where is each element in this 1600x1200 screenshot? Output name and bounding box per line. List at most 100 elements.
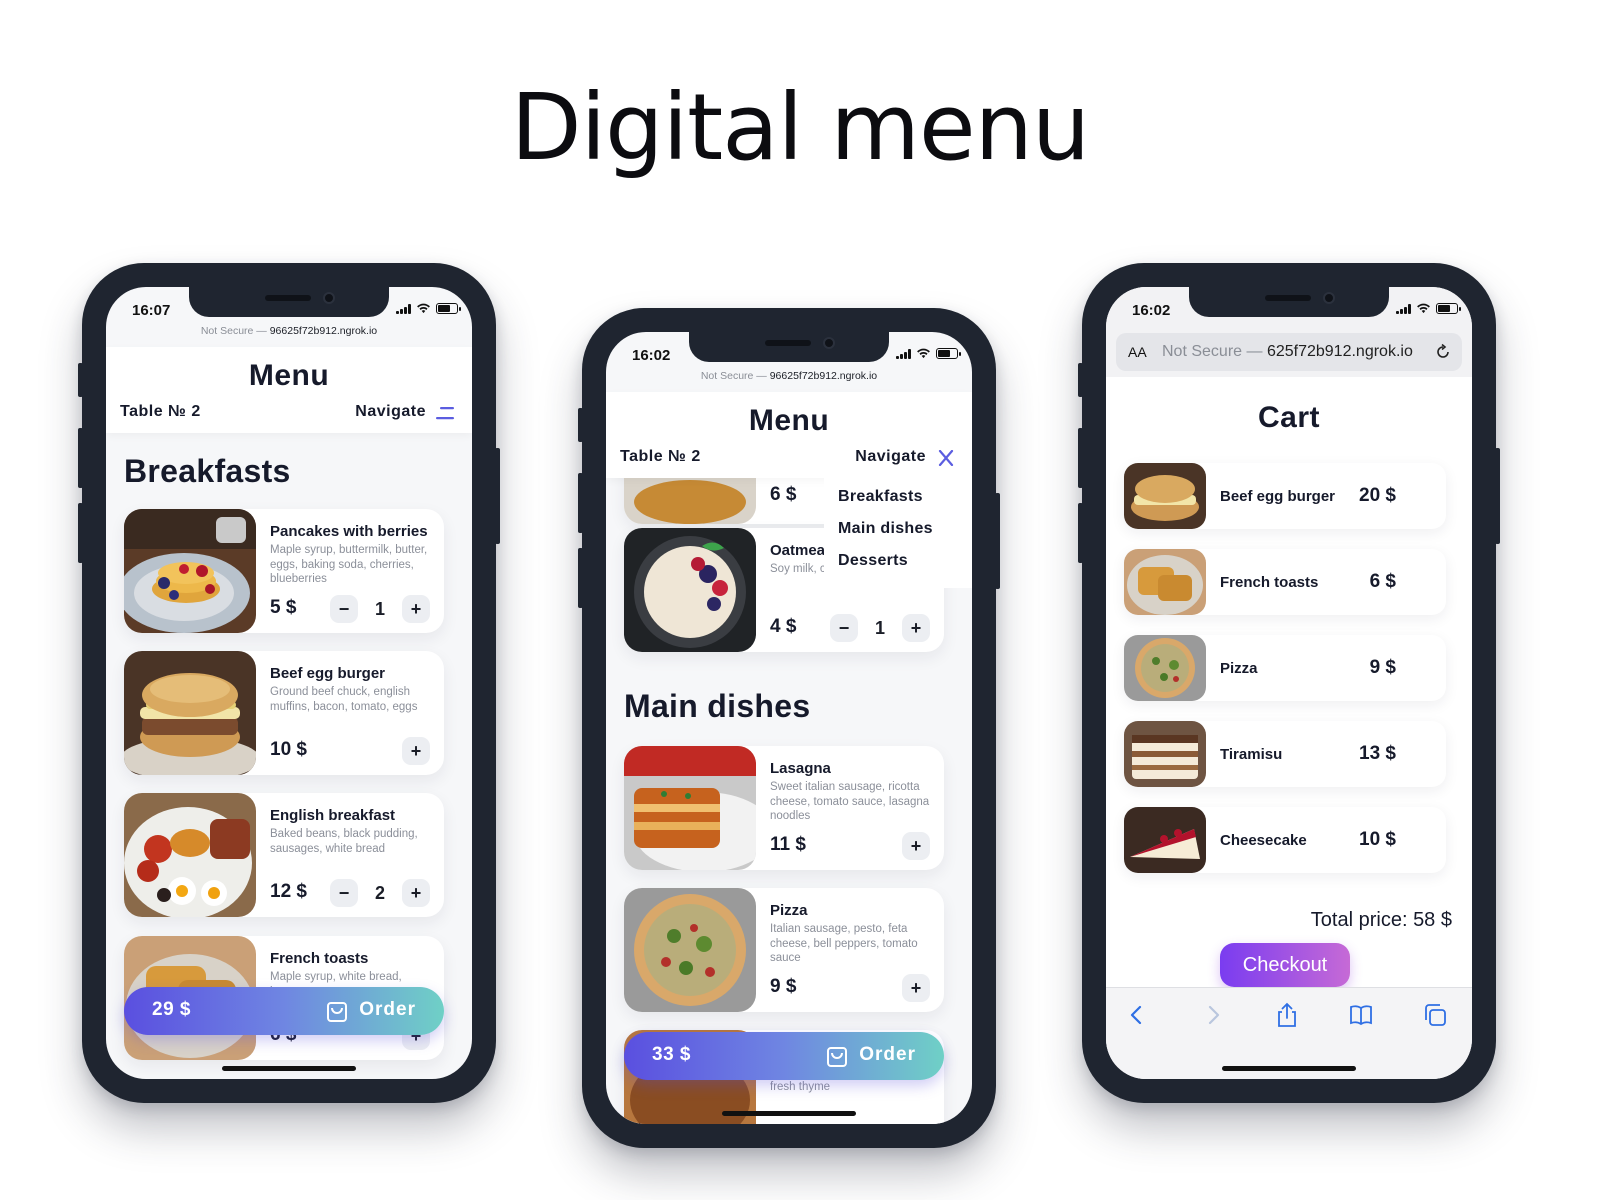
dish-card: English breakfast Baked beans, black pud…: [124, 793, 444, 917]
url-bar[interactable]: Not Secure — 96625f72b912.ngrok.io: [106, 325, 472, 347]
phone-menu-breakfasts: 16:07 Not Secure — 96625f72b912.ngrok.io…: [78, 263, 500, 1103]
cart-item: Beef egg burger 20 $: [1124, 463, 1446, 529]
dish-card: Beef egg burger Ground beef chuck, engli…: [124, 651, 444, 775]
notch: [1189, 287, 1389, 317]
increase-button[interactable]: +: [902, 614, 930, 642]
table-number: Table № 2: [620, 448, 701, 465]
signal-icon: [1396, 303, 1411, 314]
signal-icon: [896, 348, 911, 359]
dish-price: 11 $: [770, 834, 806, 855]
navigate-button[interactable]: Navigate: [355, 403, 426, 421]
dish-description: fresh thyme: [770, 1081, 831, 1093]
total-price: Total price: 58 $: [1310, 909, 1452, 931]
home-indicator: [1222, 1066, 1356, 1071]
order-total: 29 $: [152, 999, 191, 1020]
dish-description: Maple syrup, buttermilk, butter, eggs, b…: [270, 544, 428, 585]
cart-item-name: Tiramisu: [1220, 746, 1283, 763]
decrease-button[interactable]: −: [830, 614, 858, 642]
cart-page: Cart Beef egg burger 20 $ French toasts …: [1106, 377, 1472, 997]
quantity-stepper: − 1 +: [830, 614, 930, 642]
forward-icon[interactable]: [1200, 1002, 1226, 1028]
cart-item-price: 6 $: [1369, 571, 1396, 592]
back-icon[interactable]: [1124, 1002, 1150, 1028]
cart-item: Tiramisu 13 $: [1124, 721, 1446, 787]
add-button[interactable]: +: [902, 832, 930, 860]
dish-name: Pancakes with berries: [270, 523, 428, 540]
dish-description: Italian sausage, pesto, feta cheese, bel…: [770, 923, 918, 964]
signal-icon: [396, 303, 411, 314]
dish-photo: [624, 746, 756, 870]
notch: [689, 332, 889, 362]
table-number: Table № 2: [120, 403, 201, 420]
checkout-button[interactable]: Checkout: [1220, 943, 1350, 987]
cart-item-name: Cheesecake: [1220, 832, 1307, 849]
nav-item-desserts[interactable]: Desserts: [838, 552, 908, 570]
dish-name: English breakfast: [270, 807, 396, 824]
navigation-menu: Breakfasts Main dishes Desserts: [824, 478, 972, 588]
address-field[interactable]: AA Not Secure — 625f72b912.ngrok.io: [1116, 333, 1462, 371]
phone-cart: 16:02 AA Not Secure — 625f72b912.ngrok.i…: [1078, 263, 1500, 1103]
page-title: Cart: [1257, 401, 1320, 434]
quantity-value: 1: [374, 598, 385, 619]
dish-description: Baked beans, black pudding, sausages, wh…: [270, 828, 418, 855]
page-title: Menu: [748, 404, 830, 437]
increase-button[interactable]: +: [402, 879, 430, 907]
cart-item-name: French toasts: [1220, 574, 1319, 591]
cart-item-price: 10 $: [1359, 829, 1396, 850]
quantity-stepper: +: [902, 974, 930, 1002]
hamburger-icon[interactable]: [436, 405, 456, 421]
nav-item-breakfasts[interactable]: Breakfasts: [838, 488, 923, 506]
dish-price: 9 $: [770, 976, 797, 997]
phone-menu-navigation: 16:02 Not Secure — 96625f72b912.ngrok.io…: [578, 308, 1000, 1148]
quantity-stepper: − 1 +: [330, 595, 430, 623]
home-indicator: [722, 1111, 856, 1116]
navigate-button[interactable]: Navigate: [855, 448, 926, 466]
status-time: 16:02: [632, 347, 671, 364]
dish-price: 4 $: [770, 616, 797, 637]
shopping-bag-icon: [327, 1002, 347, 1022]
tabs-icon[interactable]: [1422, 1002, 1448, 1028]
section-title: Breakfasts: [124, 453, 291, 489]
wifi-icon: [917, 348, 930, 359]
quantity-stepper: +: [402, 737, 430, 765]
dish-photo: [1124, 807, 1206, 873]
increase-button[interactable]: +: [402, 595, 430, 623]
cart-item-price: 9 $: [1369, 657, 1396, 678]
reader-text-size-button[interactable]: AA: [1128, 344, 1147, 360]
app-header: Menu Table № 2 Navigate: [106, 347, 472, 433]
add-button[interactable]: +: [902, 974, 930, 1002]
decrease-button[interactable]: −: [330, 879, 358, 907]
reload-icon[interactable]: [1434, 343, 1452, 361]
order-button-label: Order: [359, 999, 416, 1020]
url-bar[interactable]: Not Secure — 96625f72b912.ngrok.io: [606, 370, 972, 392]
status-time: 16:02: [1132, 302, 1171, 319]
battery-icon: [1436, 303, 1461, 314]
order-bar[interactable]: 29 $ Order: [124, 987, 444, 1035]
bookmarks-icon[interactable]: [1348, 1002, 1374, 1028]
dish-photo: [624, 528, 756, 652]
quantity-stepper: +: [902, 832, 930, 860]
share-icon[interactable]: [1274, 1002, 1300, 1028]
nav-item-main-dishes[interactable]: Main dishes: [838, 520, 933, 538]
order-bar[interactable]: 33 $ Order: [624, 1032, 944, 1080]
add-button[interactable]: +: [402, 737, 430, 765]
cart-item-name: Pizza: [1220, 660, 1258, 677]
dish-price: 10 $: [270, 739, 307, 760]
decrease-button[interactable]: −: [330, 595, 358, 623]
dish-photo: [1124, 721, 1206, 787]
dish-photo: [124, 651, 256, 775]
dish-name: French toasts: [270, 950, 369, 967]
order-total: 33 $: [652, 1044, 691, 1065]
dish-price: 12 $: [270, 881, 307, 902]
home-indicator: [222, 1066, 356, 1071]
dish-description: Ground beef chuck, english muffins, baco…: [270, 686, 418, 713]
quantity-value: 1: [874, 617, 885, 638]
wifi-icon: [417, 303, 430, 314]
dish-name: Lasagna: [770, 760, 831, 777]
shopping-bag-icon: [827, 1047, 847, 1067]
safari-address-bar: AA Not Secure — 625f72b912.ngrok.io: [1106, 331, 1472, 377]
close-icon[interactable]: [936, 450, 956, 466]
dish-price: 6 $: [770, 484, 797, 505]
battery-icon: [936, 348, 961, 359]
phone-screen: 16:02 Not Secure — 96625f72b912.ngrok.io…: [606, 332, 972, 1124]
